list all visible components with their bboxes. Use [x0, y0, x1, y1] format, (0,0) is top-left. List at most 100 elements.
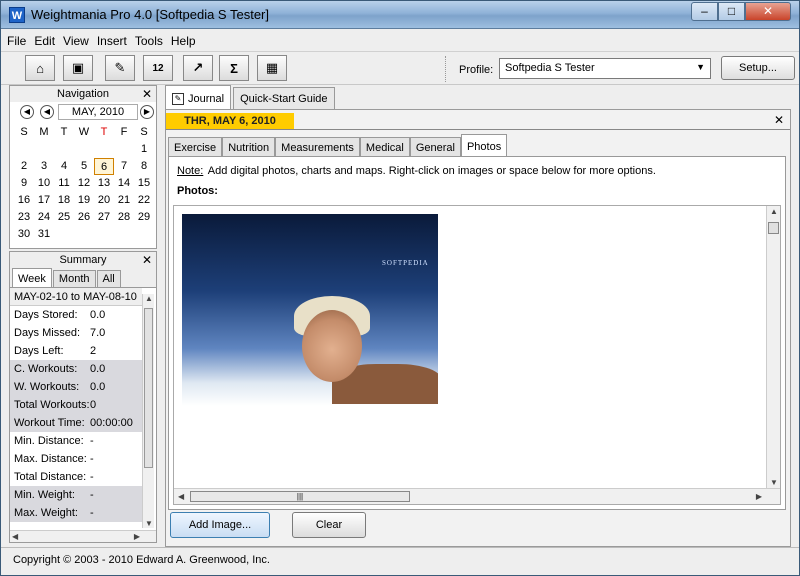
summary-vertical-scrollbar[interactable]: ▲ ▼ [142, 294, 154, 528]
calendar-day[interactable]: 25 [54, 209, 74, 226]
calendar-day[interactable]: 24 [34, 209, 54, 226]
weekday-header: F [120, 126, 128, 138]
tab-photos[interactable]: Photos [460, 134, 508, 156]
tab-general[interactable]: General [409, 137, 461, 156]
tab-month[interactable]: Month [52, 270, 96, 287]
calendar-day[interactable]: 1 [134, 141, 154, 158]
summary-row-value: 0.0 [90, 381, 106, 393]
calendar-empty [34, 141, 54, 158]
photo-horizontal-scrollbar[interactable]: ◀ ||| ▶ [174, 488, 780, 504]
sum-icon[interactable]: Σ [219, 55, 249, 81]
summary-row-value: 7.0 [90, 327, 106, 339]
calendar-day[interactable]: 26 [74, 209, 94, 226]
calendar-empty [74, 141, 94, 158]
summary-row: Days Missed: 7.0 [10, 324, 142, 342]
minimize-button[interactable]: – [691, 2, 718, 21]
menu-tools[interactable]: Tools [135, 34, 163, 48]
maximize-button[interactable]: □ [718, 2, 745, 21]
calendar-day[interactable]: 29 [134, 209, 154, 226]
summary-row-label: C. Workouts: [14, 363, 78, 375]
weekday-header: M [39, 126, 49, 138]
calendar-day[interactable]: 15 [134, 175, 154, 192]
calendar-day[interactable]: 10 [34, 175, 54, 192]
calendar-day[interactable]: 3 [34, 158, 54, 175]
calendar-day[interactable]: 11 [54, 175, 74, 192]
calendar-day[interactable]: 27 [94, 209, 114, 226]
summary-row-label: Total Workouts: [14, 399, 90, 411]
calendar-day[interactable]: 19 [74, 192, 94, 209]
summary-row: Days Stored: 0.0 [10, 306, 142, 324]
photo-thumbnail[interactable]: SOFTPEDIA [182, 214, 438, 406]
edit-icon[interactable]: ✎ [105, 55, 135, 81]
save-icon[interactable]: ▣ [63, 55, 93, 81]
photos-panel: Note: Add digital photos, charts and map… [168, 156, 786, 510]
tab-quick-start-guide[interactable]: Quick-Start Guide [233, 87, 335, 109]
calendar-day[interactable]: 9 [14, 175, 34, 192]
calendar-day[interactable]: 31 [34, 226, 54, 243]
close-icon[interactable]: ✕ [774, 113, 784, 127]
note-text: Add digital photos, charts and maps. Rig… [207, 165, 656, 177]
photo-area[interactable]: SOFTPEDIA ▲ ▼ ◀ ||| ▶ [173, 205, 781, 505]
calendar-day[interactable]: 14 [114, 175, 134, 192]
main-tabs: ✎ Journal Quick-Start Guide [165, 85, 337, 109]
add-image-button[interactable]: Add Image... [170, 512, 270, 538]
calendar-day[interactable]: 30 [14, 226, 34, 243]
weekday-header: T [100, 126, 108, 138]
summary-panel: Summary ✕ Week Month All MAY-02-10 to MA… [9, 251, 157, 543]
calendar-icon[interactable]: 12 [143, 55, 173, 81]
menu-file[interactable]: File [7, 34, 26, 48]
prev-month-icon[interactable]: ◀ [20, 105, 34, 119]
calendar-day[interactable]: 22 [134, 192, 154, 209]
summary-row-label: Days Missed: [14, 327, 81, 339]
calendar-day[interactable]: 8 [134, 158, 154, 175]
menu-edit[interactable]: Edit [34, 34, 55, 48]
calendar-day[interactable]: 6 [94, 158, 114, 175]
tab-week[interactable]: Week [12, 268, 52, 287]
chart-icon[interactable]: ↗ [183, 55, 213, 81]
calendar-day[interactable]: 7 [114, 158, 134, 175]
calendar-day[interactable]: 20 [94, 192, 114, 209]
calendar-day[interactable]: 17 [34, 192, 54, 209]
calendar-day[interactable]: 2 [14, 158, 34, 175]
photos-label: Photos: [177, 185, 218, 197]
close-button[interactable]: ✕ [745, 2, 791, 21]
tab-exercise[interactable]: Exercise [168, 137, 223, 156]
calendar-day[interactable]: 21 [114, 192, 134, 209]
calendar-day[interactable]: 12 [74, 175, 94, 192]
menu-help[interactable]: Help [171, 34, 196, 48]
prev-icon[interactable]: ◀ [40, 105, 54, 119]
calendar-day[interactable]: 16 [14, 192, 34, 209]
summary-row-label: Total Distance: [14, 471, 87, 483]
profile-select[interactable]: Softpedia S Tester ▼ [499, 58, 711, 79]
vertical-scroll-thumb[interactable] [768, 222, 779, 234]
calendar-day[interactable]: 5 [74, 158, 94, 175]
tab-medical[interactable]: Medical [359, 137, 410, 156]
menu-view[interactable]: View [63, 34, 89, 48]
horizontal-scroll-thumb[interactable]: ||| [190, 491, 410, 502]
home-icon[interactable]: ⌂ [25, 55, 55, 81]
title-bar: W Weightmania Pro 4.0 [Softpedia S Teste… [1, 1, 799, 29]
clear-button[interactable]: Clear [292, 512, 366, 538]
journal-icon: ✎ [172, 92, 184, 105]
close-icon[interactable]: ✕ [142, 86, 152, 102]
summary-row-label: Workout Time: [14, 417, 85, 429]
photo-vertical-scrollbar[interactable]: ▲ ▼ [766, 206, 780, 488]
menu-insert[interactable]: Insert [97, 34, 127, 48]
tab-nutrition[interactable]: Nutrition [222, 137, 276, 156]
summary-row-label: Min. Weight: [14, 489, 75, 501]
close-icon[interactable]: ✕ [142, 252, 152, 268]
tab-all[interactable]: All [96, 270, 121, 287]
summary-row-label: Days Stored: [14, 309, 78, 321]
tab-measurements[interactable]: Measurements [275, 137, 360, 156]
summary-row-label: W. Workouts: [14, 381, 80, 393]
calendar-day[interactable]: 13 [94, 175, 114, 192]
calendar-day[interactable]: 4 [54, 158, 74, 175]
calculator-icon[interactable]: ▦ [257, 55, 287, 81]
tab-journal[interactable]: ✎ Journal [165, 85, 232, 109]
summary-horizontal-scrollbar[interactable]: ◀ ▶ [10, 530, 156, 542]
calendar-day[interactable]: 23 [14, 209, 34, 226]
calendar-day[interactable]: 28 [114, 209, 134, 226]
setup-button[interactable]: Setup... [721, 56, 795, 80]
calendar-day[interactable]: 18 [54, 192, 74, 209]
next-month-icon[interactable]: ▶ [140, 105, 154, 119]
